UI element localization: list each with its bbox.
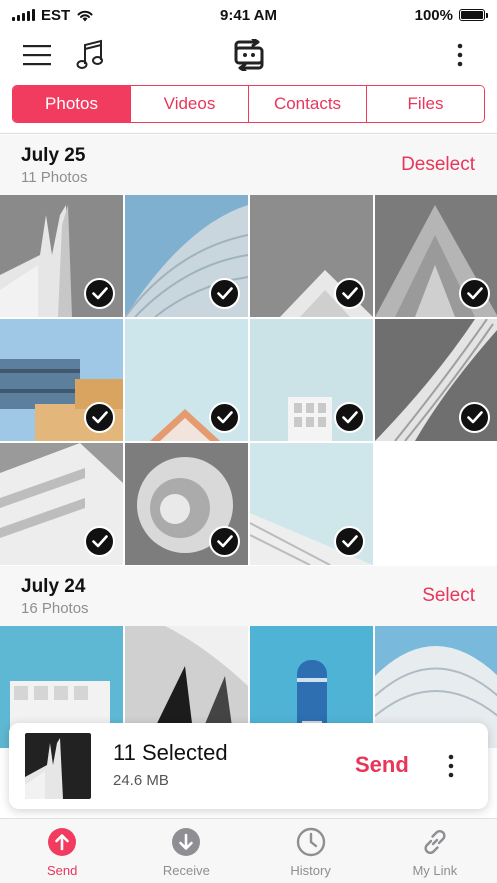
tab-send[interactable]: Send — [0, 819, 124, 883]
selected-check-icon — [84, 278, 115, 309]
selected-check-icon — [459, 278, 490, 309]
top-toolbar — [0, 30, 497, 80]
selected-count: 11 Selected — [113, 740, 228, 765]
tab-files[interactable]: Files — [367, 86, 484, 122]
tab-receive-label: Receive — [162, 863, 210, 878]
photo-thumbnail[interactable] — [250, 195, 373, 317]
selected-check-icon — [209, 278, 240, 309]
tab-my-link[interactable]: My Link — [373, 819, 497, 883]
tab-history[interactable]: History — [249, 819, 373, 883]
bottom-tab-bar: Send Receive History My Link — [0, 818, 497, 883]
clock-icon — [296, 827, 325, 857]
section-header: July 24 16 Photos Select — [0, 566, 497, 626]
selected-check-icon — [334, 526, 365, 557]
selection-bar: 11 Selected 24.6 MB Send — [9, 723, 488, 809]
tab-history-label: History — [290, 863, 331, 878]
photo-grid — [0, 195, 497, 565]
status-right: 100% — [414, 6, 488, 24]
section-date: July 24 — [21, 576, 86, 597]
carrier-label: EST — [41, 6, 71, 24]
battery-icon — [459, 9, 488, 21]
photo-thumbnail[interactable] — [250, 319, 373, 441]
selected-check-icon — [209, 402, 240, 433]
more-vertical-icon[interactable] — [448, 40, 472, 70]
signal-icon — [12, 9, 35, 21]
section-header: July 25 11 Photos Deselect — [0, 135, 497, 195]
battery-percent: 100% — [414, 6, 453, 24]
arrow-down-circle-icon — [172, 828, 201, 856]
status-left: EST — [12, 7, 94, 24]
photo-thumbnail[interactable] — [125, 195, 248, 317]
photo-thumbnail[interactable] — [375, 195, 497, 317]
selected-check-icon — [334, 402, 365, 433]
tab-contacts[interactable]: Contacts — [249, 86, 367, 122]
arrow-up-circle-icon — [48, 828, 77, 856]
photo-thumbnail[interactable] — [125, 443, 248, 565]
selected-check-icon — [209, 526, 240, 557]
photo-thumbnail[interactable] — [0, 319, 123, 441]
selected-check-icon — [84, 526, 115, 557]
selected-check-icon — [459, 402, 490, 433]
section-photo-count: 11 Photos — [21, 169, 88, 186]
selected-size: 24.6 MB — [113, 772, 169, 789]
divider — [0, 133, 497, 134]
tab-receive[interactable]: Receive — [124, 819, 248, 883]
status-bar: EST 9:41 AM 100% — [0, 0, 497, 30]
music-note-icon[interactable] — [74, 38, 106, 72]
tab-my-link-label: My Link — [412, 863, 458, 878]
sync-icon[interactable] — [230, 38, 268, 72]
deselect-button[interactable]: Deselect — [401, 154, 475, 176]
section-date: July 25 — [21, 145, 86, 166]
photo-thumbnail[interactable] — [0, 195, 123, 317]
selected-preview-thumbnail — [25, 733, 91, 799]
wifi-icon — [77, 10, 93, 21]
photo-thumbnail[interactable] — [250, 443, 373, 565]
category-tabs: Photos Videos Contacts Files — [12, 85, 485, 123]
select-button[interactable]: Select — [422, 585, 475, 607]
selected-check-icon — [334, 278, 365, 309]
selected-check-icon — [84, 402, 115, 433]
send-button[interactable]: Send — [355, 752, 409, 778]
tab-photos[interactable]: Photos — [13, 86, 131, 122]
tab-send-label: Send — [46, 863, 78, 878]
menu-icon[interactable] — [20, 40, 54, 70]
photo-thumbnail[interactable] — [375, 319, 497, 441]
tab-videos[interactable]: Videos — [131, 86, 249, 122]
link-icon — [424, 829, 446, 855]
photo-thumbnail[interactable] — [125, 319, 248, 441]
photo-thumbnail[interactable] — [0, 443, 123, 565]
more-vertical-icon[interactable] — [439, 751, 463, 781]
section-photo-count: 16 Photos — [21, 600, 89, 617]
